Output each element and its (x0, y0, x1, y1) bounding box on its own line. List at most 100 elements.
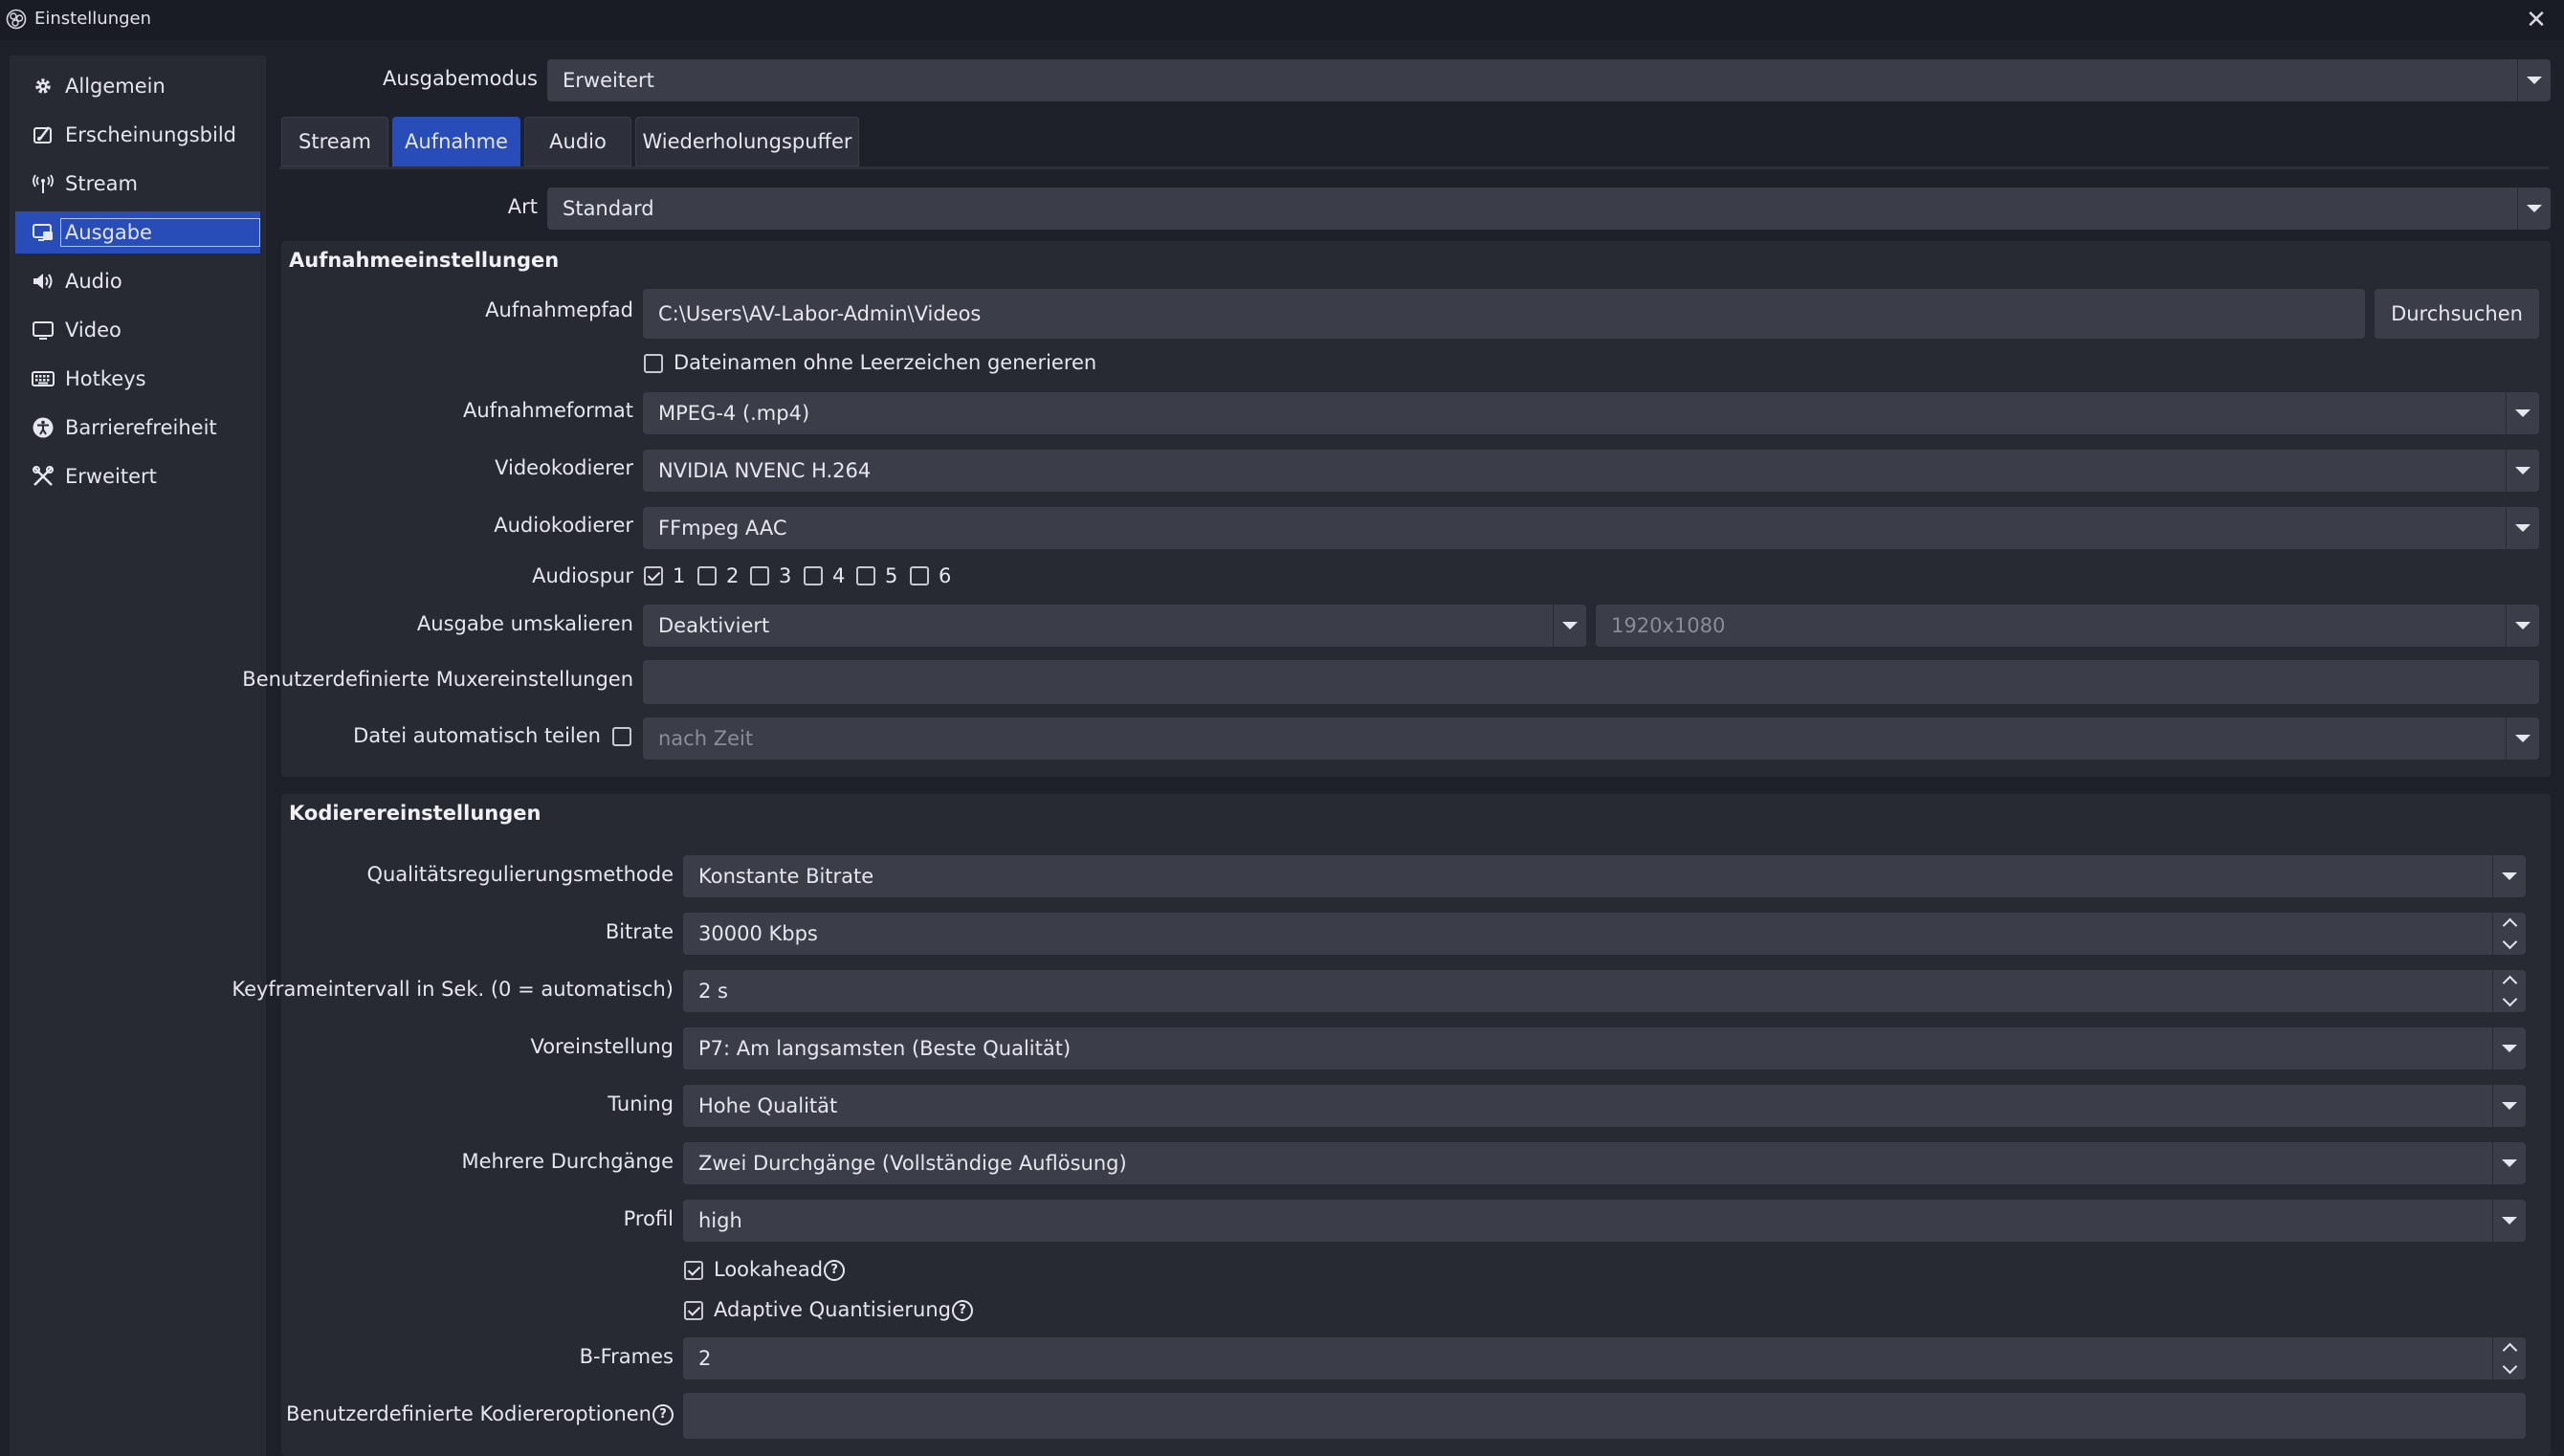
sidebar-item-barrierefreiheit[interactable]: Barrierefreiheit (15, 407, 260, 449)
adaptive-quantization-text: Adaptive Quantisierung (714, 1298, 951, 1321)
rescale-select[interactable]: Deaktiviert (643, 605, 1586, 647)
tab-audio[interactable]: Audio (524, 117, 631, 166)
sidebar-item-ausgabe[interactable]: Ausgabe (15, 211, 260, 254)
tab-wiederholungspuffer[interactable]: Wiederholungspuffer (635, 117, 859, 166)
auto-split-value: nach Zeit (658, 727, 754, 750)
audio-encoder-label: Audiokodierer (494, 514, 633, 537)
stepper-icon[interactable] (2492, 1337, 2526, 1379)
audio-track-4-checkbox[interactable] (804, 566, 823, 585)
output-mode-select[interactable]: Erweitert (547, 59, 2551, 101)
keyframe-interval-value: 2 s (698, 980, 728, 1003)
tuning-select[interactable]: Hohe Qualität (683, 1085, 2526, 1127)
rate-control-label: Qualitätsregulierungsmethode (366, 863, 674, 886)
type-select[interactable]: Standard (547, 188, 2551, 230)
sidebar-item-hotkeys[interactable]: Hotkeys (15, 358, 260, 400)
sidebar-item-stream[interactable]: Stream (15, 163, 260, 205)
accessibility-icon (31, 415, 55, 440)
audio-track-2-checkbox[interactable] (697, 566, 717, 585)
tab-stream[interactable]: Stream (281, 117, 388, 166)
auto-split-checkbox[interactable] (612, 727, 631, 746)
multipass-label: Mehrere Durchgänge (461, 1150, 674, 1173)
preset-select[interactable]: P7: Am langsamsten (Beste Qualität) (683, 1027, 2526, 1070)
audio-encoder-select[interactable]: FFmpeg AAC (643, 507, 2539, 549)
sidebar-item-label: Stream (65, 172, 138, 195)
sidebar-item-video[interactable]: Video (15, 309, 260, 351)
help-icon[interactable]: ? (951, 1300, 973, 1321)
speaker-icon (31, 269, 55, 294)
close-icon[interactable]: ✕ (2520, 4, 2553, 36)
audio-encoder-value: FFmpeg AAC (658, 517, 787, 540)
no-space-filename-checkbox[interactable] (644, 354, 663, 373)
chevron-down-icon (2506, 450, 2539, 492)
title-bar: Einstellungen ✕ (0, 0, 2564, 40)
chevron-down-icon (2506, 392, 2539, 434)
sidebar-item-label: Audio (65, 270, 122, 293)
browse-button[interactable]: Durchsuchen (2375, 289, 2539, 339)
sidebar-item-allgemein[interactable]: Allgemein (15, 65, 260, 107)
monitor-icon (31, 318, 55, 342)
chevron-down-icon (2492, 855, 2526, 897)
preset-label: Voreinstellung (530, 1035, 674, 1058)
recording-format-select[interactable]: MPEG-4 (.mp4) (643, 392, 2539, 434)
gear-icon (31, 74, 55, 99)
custom-encoder-options-input[interactable] (683, 1393, 2526, 1439)
tab-label: Aufnahme (405, 130, 508, 153)
chevron-down-icon (1553, 605, 1586, 647)
audio-track-3-checkbox[interactable] (750, 566, 769, 585)
adaptive-quantization-label: Adaptive Quantisierung? (714, 1298, 973, 1321)
keyframe-interval-spinbox[interactable]: 2 s (683, 970, 2526, 1012)
audio-track-1-checkbox[interactable] (644, 566, 663, 585)
tuning-label: Tuning (608, 1092, 674, 1115)
tab-divider (279, 166, 2549, 169)
sidebar-item-erscheinungsbild[interactable]: Erscheinungsbild (15, 114, 260, 156)
sidebar-item-audio[interactable]: Audio (15, 260, 260, 302)
sidebar-item-erweitert[interactable]: Erweitert (15, 455, 260, 497)
bframes-spinbox[interactable]: 2 (683, 1337, 2526, 1379)
keyframe-interval-label: Keyframeintervall in Sek. (0 = automatis… (232, 978, 674, 1001)
bitrate-label: Bitrate (605, 920, 674, 943)
lookahead-label: Lookahead? (714, 1258, 846, 1281)
appearance-icon (31, 122, 55, 147)
adaptive-quantization-checkbox[interactable] (684, 1301, 703, 1320)
tab-label: Wiederholungspuffer (642, 130, 852, 153)
custom-encoder-options-text: Benutzerdefinierte Kodiereroptionen (286, 1402, 652, 1425)
stepper-icon[interactable] (2492, 913, 2526, 955)
auto-split-select[interactable]: nach Zeit (643, 717, 2539, 760)
multipass-select[interactable]: Zwei Durchgänge (Vollständige Auflösung) (683, 1142, 2526, 1184)
profile-value: high (698, 1209, 742, 1232)
audio-track-3-label: 3 (779, 564, 792, 587)
stepper-icon[interactable] (2492, 970, 2526, 1012)
lookahead-checkbox[interactable] (684, 1261, 703, 1280)
rate-control-select[interactable]: Konstante Bitrate (683, 855, 2526, 897)
chevron-down-icon (2506, 507, 2539, 549)
help-icon[interactable]: ? (824, 1260, 846, 1281)
recording-format-label: Aufnahmeformat (463, 399, 633, 422)
audio-track-5-checkbox[interactable] (856, 566, 875, 585)
rescale-resolution-select[interactable]: 1920x1080 (1596, 605, 2539, 647)
video-encoder-select[interactable]: NVIDIA NVENC H.264 (643, 450, 2539, 492)
audio-track-5-label: 5 (885, 564, 898, 587)
video-encoder-value: NVIDIA NVENC H.264 (658, 459, 872, 482)
recording-path-input[interactable]: C:\Users\AV-Labor-Admin\Videos (643, 289, 2365, 339)
chevron-down-icon (2517, 188, 2551, 230)
audio-track-6-checkbox[interactable] (910, 566, 929, 585)
tab-label: Stream (298, 130, 371, 153)
mux-settings-label: Benutzerdefinierte Muxereinstellungen (242, 668, 633, 691)
recording-path-label: Aufnahmepfad (485, 298, 633, 321)
profile-select[interactable]: high (683, 1200, 2526, 1242)
audio-track-1-label: 1 (673, 564, 686, 587)
sidebar-item-label: Hotkeys (65, 367, 146, 390)
type-label: Art (507, 195, 538, 218)
tuning-value: Hohe Qualität (698, 1094, 838, 1117)
recording-settings-title: Aufnahmeeinstellungen (289, 249, 560, 272)
sidebar-item-label: Erweitert (65, 465, 157, 488)
mux-settings-input[interactable] (643, 660, 2539, 704)
chevron-down-icon (2492, 1085, 2526, 1127)
tab-label: Audio (549, 130, 607, 153)
help-icon[interactable]: ? (652, 1404, 674, 1425)
bitrate-spinbox[interactable]: 30000 Kbps (683, 913, 2526, 955)
rescale-label: Ausgabe umskalieren (416, 612, 633, 635)
bframes-value: 2 (698, 1347, 712, 1370)
tab-aufnahme[interactable]: Aufnahme (392, 117, 520, 166)
audio-track-label: Audiospur (532, 564, 633, 587)
